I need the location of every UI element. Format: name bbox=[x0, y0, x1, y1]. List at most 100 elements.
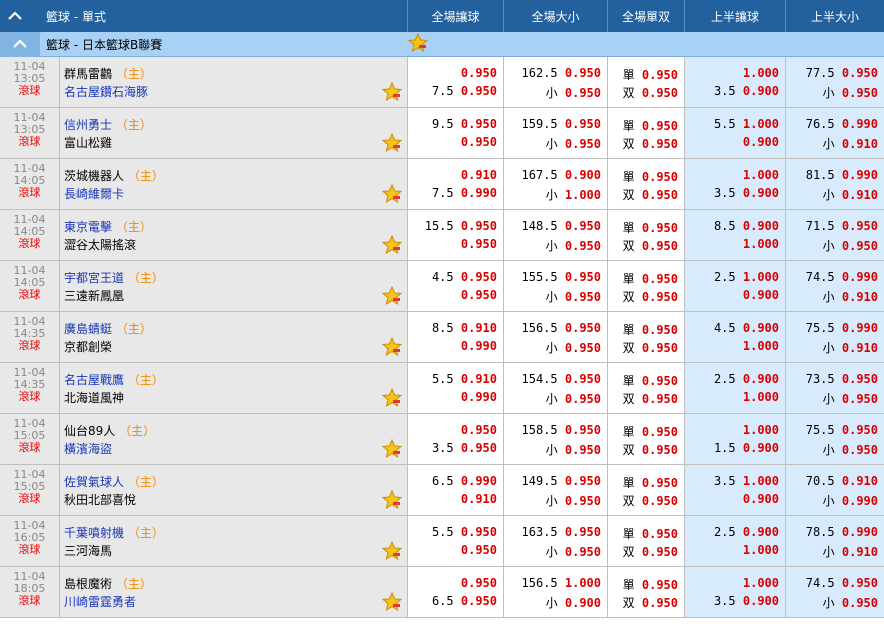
full-oddeven-line1[interactable]: 單 0.950 bbox=[623, 474, 678, 491]
half-total-line2[interactable]: 小 0.950 bbox=[823, 441, 878, 458]
full-total-line1[interactable]: 148.5 0.950 bbox=[522, 219, 601, 233]
odds-value[interactable]: 1.000 bbox=[743, 168, 779, 182]
odds-value[interactable]: 0.900 bbox=[743, 525, 779, 539]
odds-value[interactable]: 0.950 bbox=[565, 423, 601, 437]
half-handicap-line2[interactable]: 3.5 0.900 bbox=[714, 84, 779, 98]
half-handicap-line1[interactable]: 3.5 1.000 bbox=[714, 474, 779, 488]
half-total-line1[interactable]: 78.5 0.990 bbox=[806, 525, 878, 539]
odds-value[interactable]: 0.990 bbox=[842, 321, 878, 335]
odds-value[interactable]: 0.950 bbox=[461, 84, 497, 98]
odds-value[interactable]: 1.000 bbox=[743, 390, 779, 404]
full-oddeven-line1[interactable]: 單 0.950 bbox=[623, 576, 678, 593]
full-total-line2[interactable]: 小 0.950 bbox=[546, 135, 601, 152]
full-total-line2[interactable]: 小 0.950 bbox=[546, 237, 601, 254]
half-total-line1[interactable]: 76.5 0.990 bbox=[806, 117, 878, 131]
odds-value[interactable]: 0.950 bbox=[642, 221, 678, 235]
half-total-line1[interactable]: 74.5 0.990 bbox=[806, 270, 878, 284]
odds-value[interactable]: 0.950 bbox=[642, 68, 678, 82]
full-handicap-line2[interactable]: 0.950 bbox=[454, 237, 497, 251]
favorite-star-icon[interactable] bbox=[381, 183, 403, 204]
odds-value[interactable]: 0.900 bbox=[743, 84, 779, 98]
full-handicap-line2[interactable]: 7.5 0.990 bbox=[432, 186, 497, 200]
odds-value[interactable]: 0.950 bbox=[642, 137, 678, 151]
full-handicap-line2[interactable]: 0.990 bbox=[454, 390, 497, 404]
odds-value[interactable]: 0.900 bbox=[743, 372, 779, 386]
odds-value[interactable]: 0.950 bbox=[642, 476, 678, 490]
full-total-line1[interactable]: 158.5 0.950 bbox=[522, 423, 601, 437]
odds-value[interactable]: 1.000 bbox=[565, 188, 601, 202]
odds-value[interactable]: 0.950 bbox=[461, 135, 497, 149]
half-handicap-line1[interactable]: 4.5 0.900 bbox=[714, 321, 779, 335]
odds-value[interactable]: 1.000 bbox=[743, 66, 779, 80]
odds-value[interactable]: 0.990 bbox=[842, 494, 878, 508]
half-total-line2[interactable]: 小 0.950 bbox=[823, 594, 878, 611]
full-total-line2[interactable]: 小 0.950 bbox=[546, 84, 601, 101]
odds-value[interactable]: 1.000 bbox=[743, 237, 779, 251]
odds-value[interactable]: 0.990 bbox=[461, 390, 497, 404]
full-oddeven-line1[interactable]: 單 0.950 bbox=[623, 219, 678, 236]
favorite-star-icon[interactable] bbox=[407, 32, 429, 56]
favorite-star-icon[interactable] bbox=[381, 387, 403, 408]
full-total-line2[interactable]: 小 0.950 bbox=[546, 441, 601, 458]
odds-value[interactable]: 0.950 bbox=[642, 527, 678, 541]
odds-value[interactable]: 1.000 bbox=[743, 117, 779, 131]
odds-value[interactable]: 0.950 bbox=[642, 392, 678, 406]
odds-value[interactable]: 0.950 bbox=[565, 66, 601, 80]
league-row[interactable]: 籃球 - 日本籃球B聯賽 bbox=[0, 31, 884, 57]
full-total-line2[interactable]: 小 0.950 bbox=[546, 288, 601, 305]
full-total-line1[interactable]: 154.5 0.950 bbox=[522, 372, 601, 386]
favorite-star-icon[interactable] bbox=[381, 132, 403, 153]
full-oddeven-line1[interactable]: 單 0.950 bbox=[623, 270, 678, 287]
odds-value[interactable]: 1.000 bbox=[565, 576, 601, 590]
odds-value[interactable]: 0.990 bbox=[842, 525, 878, 539]
odds-value[interactable]: 0.950 bbox=[642, 119, 678, 133]
odds-value[interactable]: 0.950 bbox=[642, 596, 678, 610]
odds-value[interactable]: 0.990 bbox=[842, 168, 878, 182]
full-oddeven-line2[interactable]: 双 0.950 bbox=[623, 594, 678, 611]
full-total-line2[interactable]: 小 0.950 bbox=[546, 543, 601, 560]
half-total-line2[interactable]: 小 0.950 bbox=[823, 237, 878, 254]
odds-value[interactable]: 0.950 bbox=[461, 237, 497, 251]
full-handicap-line1[interactable]: 0.950 bbox=[454, 66, 497, 80]
favorite-star-icon[interactable] bbox=[381, 591, 403, 612]
full-total-line1[interactable]: 156.5 0.950 bbox=[522, 321, 601, 335]
odds-value[interactable]: 0.950 bbox=[565, 117, 601, 131]
full-total-line2[interactable]: 小 1.000 bbox=[546, 186, 601, 203]
odds-value[interactable]: 0.950 bbox=[565, 545, 601, 559]
odds-value[interactable]: 0.950 bbox=[461, 525, 497, 539]
odds-value[interactable]: 0.950 bbox=[642, 425, 678, 439]
odds-value[interactable]: 0.950 bbox=[642, 443, 678, 457]
odds-value[interactable]: 0.950 bbox=[565, 137, 601, 151]
half-handicap-line2[interactable]: 0.900 bbox=[736, 492, 779, 506]
full-total-line1[interactable]: 156.5 1.000 bbox=[522, 576, 601, 590]
chevron-up-icon[interactable] bbox=[0, 0, 30, 32]
odds-value[interactable]: 0.950 bbox=[842, 596, 878, 610]
half-handicap-line2[interactable]: 3.5 0.900 bbox=[714, 594, 779, 608]
odds-value[interactable]: 0.950 bbox=[842, 239, 878, 253]
odds-value[interactable]: 0.950 bbox=[461, 594, 497, 608]
odds-value[interactable]: 0.950 bbox=[565, 474, 601, 488]
odds-value[interactable]: 0.950 bbox=[565, 86, 601, 100]
full-oddeven-line2[interactable]: 双 0.950 bbox=[623, 84, 678, 101]
half-handicap-line2[interactable]: 1.000 bbox=[736, 339, 779, 353]
favorite-star-icon[interactable] bbox=[381, 234, 403, 255]
full-oddeven-line2[interactable]: 双 0.950 bbox=[623, 390, 678, 407]
odds-value[interactable]: 0.950 bbox=[642, 341, 678, 355]
odds-value[interactable]: 1.000 bbox=[743, 576, 779, 590]
half-total-line2[interactable]: 小 0.910 bbox=[823, 288, 878, 305]
odds-value[interactable]: 0.900 bbox=[743, 288, 779, 302]
odds-value[interactable]: 0.950 bbox=[842, 66, 878, 80]
odds-value[interactable]: 0.950 bbox=[842, 372, 878, 386]
odds-value[interactable]: 0.910 bbox=[461, 492, 497, 506]
half-total-line2[interactable]: 小 0.910 bbox=[823, 543, 878, 560]
odds-value[interactable]: 0.900 bbox=[743, 186, 779, 200]
half-total-line1[interactable]: 70.5 0.910 bbox=[806, 474, 878, 488]
favorite-star-icon[interactable] bbox=[381, 336, 403, 357]
half-total-line2[interactable]: 小 0.950 bbox=[823, 390, 878, 407]
full-oddeven-line1[interactable]: 單 0.950 bbox=[623, 321, 678, 338]
odds-value[interactable]: 0.950 bbox=[642, 272, 678, 286]
odds-value[interactable]: 0.990 bbox=[842, 117, 878, 131]
odds-value[interactable]: 0.950 bbox=[642, 239, 678, 253]
half-total-line2[interactable]: 小 0.990 bbox=[823, 492, 878, 509]
odds-value[interactable]: 0.910 bbox=[842, 188, 878, 202]
